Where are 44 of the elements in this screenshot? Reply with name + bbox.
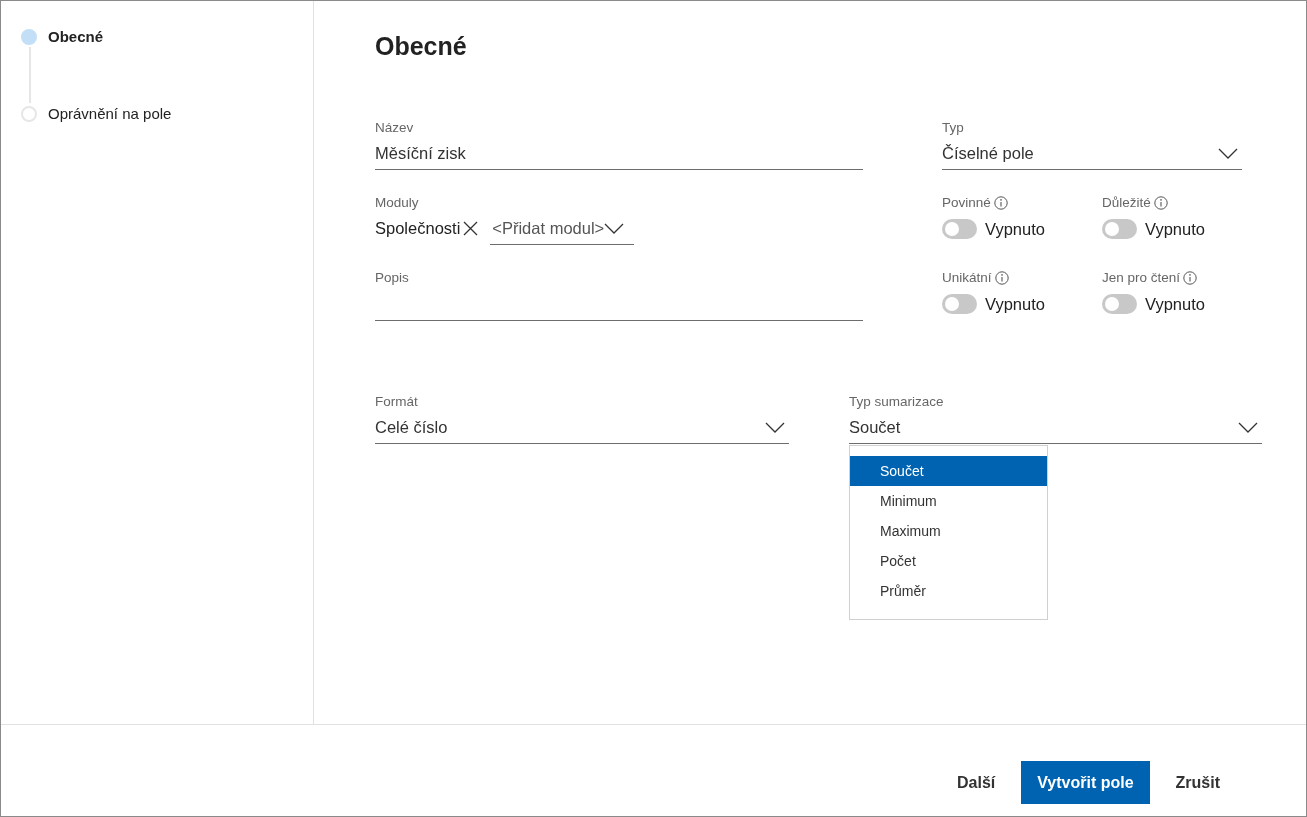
toggle-switch[interactable] (1102, 294, 1137, 314)
toggle-state: Vypnuto (985, 219, 1045, 239)
info-icon[interactable] (1153, 196, 1168, 210)
field-label: Popis (375, 269, 410, 287)
create-button[interactable]: Vytvořit pole (1021, 761, 1150, 804)
dropdown-option[interactable]: Průměr (850, 576, 1047, 606)
action-button[interactable]: Zrušit (1149, 761, 1246, 804)
chevron-down-icon (604, 222, 625, 234)
dropdown-option[interactable]: Součet (850, 456, 1047, 486)
field-label: Název (375, 119, 415, 137)
page-heading: Obecné (375, 31, 468, 62)
toggle-label: Důležité (1102, 194, 1151, 212)
info-icon[interactable] (994, 271, 1009, 285)
field-label: Typ sumarizace (849, 393, 945, 411)
chevron-down-icon (765, 421, 785, 433)
info-icon[interactable] (1183, 271, 1198, 285)
dropdown-option[interactable]: Počet (850, 546, 1047, 576)
field-label: Formát (375, 393, 419, 411)
toggle-label: Unikátní (942, 269, 992, 287)
chevron-down-icon (1238, 421, 1258, 433)
dropdown-option[interactable]: Maximum (850, 516, 1047, 546)
module-tag: Společnosti (375, 219, 461, 238)
toggle-state: Vypnuto (1145, 294, 1205, 314)
toggle-label: Jen pro čtení (1102, 269, 1181, 287)
chevron-down-icon (1218, 147, 1238, 159)
summary-type-dropdown[interactable]: Součet (849, 411, 1262, 444)
add-module-dropdown[interactable]: <Přidat modul> (490, 212, 635, 245)
action-button[interactable]: Další (931, 761, 1022, 804)
toggle-switch[interactable] (1102, 219, 1137, 239)
toggle-label: Povinné (942, 194, 991, 212)
format-dropdown[interactable]: Celé číslo (375, 411, 789, 444)
dropdown-option[interactable]: Minimum (850, 486, 1047, 516)
step-link[interactable]: Oprávnění na pole (48, 105, 172, 122)
toggle-switch[interactable] (942, 294, 977, 314)
toggle-state: Vypnuto (985, 294, 1045, 314)
step-link[interactable]: Obecné (48, 28, 104, 45)
type-dropdown[interactable]: Číselné pole (942, 137, 1242, 170)
field-label: Moduly (375, 194, 420, 212)
toggle-state: Vypnuto (1145, 219, 1205, 239)
close-icon[interactable] (463, 221, 479, 236)
field-label: Typ (942, 119, 965, 137)
toggle-switch[interactable] (942, 219, 977, 239)
text-field[interactable]: Měsíční zisk (375, 137, 863, 170)
info-icon[interactable] (993, 196, 1008, 210)
